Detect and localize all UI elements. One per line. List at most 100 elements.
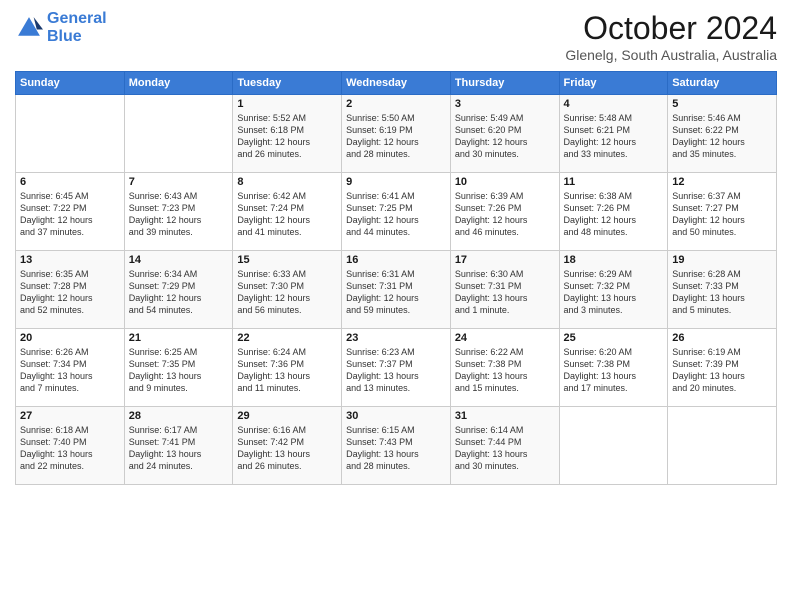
day-cell: 2 Sunrise: 5:50 AM Sunset: 6:19 PM Daylig… [342, 95, 451, 173]
day-info: Sunrise: 5:50 AM Sunset: 6:19 PM Dayligh… [346, 112, 446, 161]
day-cell: 19Sunrise: 6:28 AM Sunset: 7:33 PM Dayli… [668, 251, 777, 329]
week-row-4: 20 Sunrise: 6:26 AM Sunset: 7:34 PM Dayli… [16, 329, 777, 407]
day-info: Sunrise: 6:19 AM Sunset: 7:39 PM Dayligh… [672, 346, 772, 395]
day-cell: 26Sunrise: 6:19 AM Sunset: 7:39 PM Dayli… [668, 329, 777, 407]
logo-general: General [47, 10, 107, 27]
day-cell [16, 95, 125, 173]
day-cell: 14Sunrise: 6:34 AM Sunset: 7:29 PM Dayli… [124, 251, 233, 329]
day-info: Sunrise: 6:35 AM Sunset: 7:28 PM Dayligh… [20, 268, 120, 317]
day-number: 6 [20, 176, 120, 188]
week-row-5: 27 Sunrise: 6:18 AM Sunset: 7:40 PM Dayli… [16, 407, 777, 485]
day-number: 24 [455, 332, 555, 344]
day-cell: 20 Sunrise: 6:26 AM Sunset: 7:34 PM Dayli… [16, 329, 125, 407]
day-cell: 24 Sunrise: 6:22 AM Sunset: 7:38 PM Dayli… [450, 329, 559, 407]
day-info: Sunrise: 6:18 AM Sunset: 7:40 PM Dayligh… [20, 424, 120, 473]
day-info: Sunrise: 5:46 AM Sunset: 6:22 PM Dayligh… [672, 112, 772, 161]
day-info: Sunrise: 6:29 AM Sunset: 7:32 PM Dayligh… [564, 268, 664, 317]
calendar-table: Sunday Monday Tuesday Wednesday Thursday… [15, 71, 777, 485]
day-info: Sunrise: 6:30 AM Sunset: 7:31 PM Dayligh… [455, 268, 555, 317]
week-row-1: 1 Sunrise: 5:52 AM Sunset: 6:18 PM Daylig… [16, 95, 777, 173]
month-title: October 2024 [565, 10, 777, 47]
day-number: 5 [672, 98, 772, 110]
day-cell: 8Sunrise: 6:42 AM Sunset: 7:24 PM Daylig… [233, 173, 342, 251]
day-info: Sunrise: 6:37 AM Sunset: 7:27 PM Dayligh… [672, 190, 772, 239]
day-number: 22 [237, 332, 337, 344]
day-info: Sunrise: 6:22 AM Sunset: 7:38 PM Dayligh… [455, 346, 555, 395]
col-thursday: Thursday [450, 72, 559, 95]
day-number: 9 [346, 176, 446, 188]
day-info: Sunrise: 5:52 AM Sunset: 6:18 PM Dayligh… [237, 112, 337, 161]
day-info: Sunrise: 6:26 AM Sunset: 7:34 PM Dayligh… [20, 346, 120, 395]
day-cell: 17Sunrise: 6:30 AM Sunset: 7:31 PM Dayli… [450, 251, 559, 329]
logo-blue: Blue [47, 28, 107, 46]
day-number: 8 [237, 176, 337, 188]
day-info: Sunrise: 6:45 AM Sunset: 7:22 PM Dayligh… [20, 190, 120, 239]
calendar-header: Sunday Monday Tuesday Wednesday Thursday… [16, 72, 777, 95]
day-cell: 5 Sunrise: 5:46 AM Sunset: 6:22 PM Daylig… [668, 95, 777, 173]
day-cell: 10Sunrise: 6:39 AM Sunset: 7:26 PM Dayli… [450, 173, 559, 251]
day-cell: 6 Sunrise: 6:45 AM Sunset: 7:22 PM Daylig… [16, 173, 125, 251]
day-number: 15 [237, 254, 337, 266]
day-number: 3 [455, 98, 555, 110]
day-info: Sunrise: 6:16 AM Sunset: 7:42 PM Dayligh… [237, 424, 337, 473]
subtitle: Glenelg, South Australia, Australia [565, 47, 777, 63]
col-sunday: Sunday [16, 72, 125, 95]
col-saturday: Saturday [668, 72, 777, 95]
day-number: 4 [564, 98, 664, 110]
day-number: 2 [346, 98, 446, 110]
day-number: 1 [237, 98, 337, 110]
col-monday: Monday [124, 72, 233, 95]
day-number: 18 [564, 254, 664, 266]
title-area: October 2024 Glenelg, South Australia, A… [565, 10, 777, 63]
day-info: Sunrise: 6:25 AM Sunset: 7:35 PM Dayligh… [129, 346, 229, 395]
day-cell: 29 Sunrise: 6:16 AM Sunset: 7:42 PM Dayli… [233, 407, 342, 485]
day-number: 27 [20, 410, 120, 422]
day-info: Sunrise: 6:31 AM Sunset: 7:31 PM Dayligh… [346, 268, 446, 317]
day-cell [668, 407, 777, 485]
day-cell: 3 Sunrise: 5:49 AM Sunset: 6:20 PM Daylig… [450, 95, 559, 173]
day-cell: 9 Sunrise: 6:41 AM Sunset: 7:25 PM Daylig… [342, 173, 451, 251]
day-info: Sunrise: 6:15 AM Sunset: 7:43 PM Dayligh… [346, 424, 446, 473]
day-cell: 25 Sunrise: 6:20 AM Sunset: 7:38 PM Dayli… [559, 329, 668, 407]
day-cell: 15 Sunrise: 6:33 AM Sunset: 7:30 PM Dayli… [233, 251, 342, 329]
day-number: 31 [455, 410, 555, 422]
day-info: Sunrise: 6:41 AM Sunset: 7:25 PM Dayligh… [346, 190, 446, 239]
logo: General Blue [15, 10, 107, 45]
day-info: Sunrise: 6:14 AM Sunset: 7:44 PM Dayligh… [455, 424, 555, 473]
day-cell: 18 Sunrise: 6:29 AM Sunset: 7:32 PM Dayli… [559, 251, 668, 329]
day-cell: 31 Sunrise: 6:14 AM Sunset: 7:44 PM Dayli… [450, 407, 559, 485]
day-number: 23 [346, 332, 446, 344]
col-tuesday: Tuesday [233, 72, 342, 95]
day-cell: 12Sunrise: 6:37 AM Sunset: 7:27 PM Dayli… [668, 173, 777, 251]
day-info: Sunrise: 6:33 AM Sunset: 7:30 PM Dayligh… [237, 268, 337, 317]
day-cell: 30 Sunrise: 6:15 AM Sunset: 7:43 PM Dayli… [342, 407, 451, 485]
day-cell: 21Sunrise: 6:25 AM Sunset: 7:35 PM Dayli… [124, 329, 233, 407]
day-cell: 13Sunrise: 6:35 AM Sunset: 7:28 PM Dayli… [16, 251, 125, 329]
day-number: 7 [129, 176, 229, 188]
day-info: Sunrise: 6:34 AM Sunset: 7:29 PM Dayligh… [129, 268, 229, 317]
day-number: 19 [672, 254, 772, 266]
col-friday: Friday [559, 72, 668, 95]
calendar-body: 1 Sunrise: 5:52 AM Sunset: 6:18 PM Daylig… [16, 95, 777, 485]
day-number: 30 [346, 410, 446, 422]
day-cell [559, 407, 668, 485]
page: General Blue October 2024 Glenelg, South… [0, 0, 792, 612]
day-info: Sunrise: 5:48 AM Sunset: 6:21 PM Dayligh… [564, 112, 664, 161]
day-number: 11 [564, 176, 664, 188]
day-number: 25 [564, 332, 664, 344]
day-cell: 1 Sunrise: 5:52 AM Sunset: 6:18 PM Daylig… [233, 95, 342, 173]
day-info: Sunrise: 5:49 AM Sunset: 6:20 PM Dayligh… [455, 112, 555, 161]
day-cell: 11Sunrise: 6:38 AM Sunset: 7:26 PM Dayli… [559, 173, 668, 251]
day-number: 29 [237, 410, 337, 422]
day-info: Sunrise: 6:20 AM Sunset: 7:38 PM Dayligh… [564, 346, 664, 395]
day-info: Sunrise: 6:43 AM Sunset: 7:23 PM Dayligh… [129, 190, 229, 239]
day-number: 20 [20, 332, 120, 344]
logo-text: General Blue [47, 10, 107, 45]
header: General Blue October 2024 Glenelg, South… [15, 10, 777, 63]
col-wednesday: Wednesday [342, 72, 451, 95]
day-cell: 27 Sunrise: 6:18 AM Sunset: 7:40 PM Dayli… [16, 407, 125, 485]
logo-icon [15, 14, 43, 42]
week-row-2: 6 Sunrise: 6:45 AM Sunset: 7:22 PM Daylig… [16, 173, 777, 251]
day-cell: 23Sunrise: 6:23 AM Sunset: 7:37 PM Dayli… [342, 329, 451, 407]
day-number: 16 [346, 254, 446, 266]
